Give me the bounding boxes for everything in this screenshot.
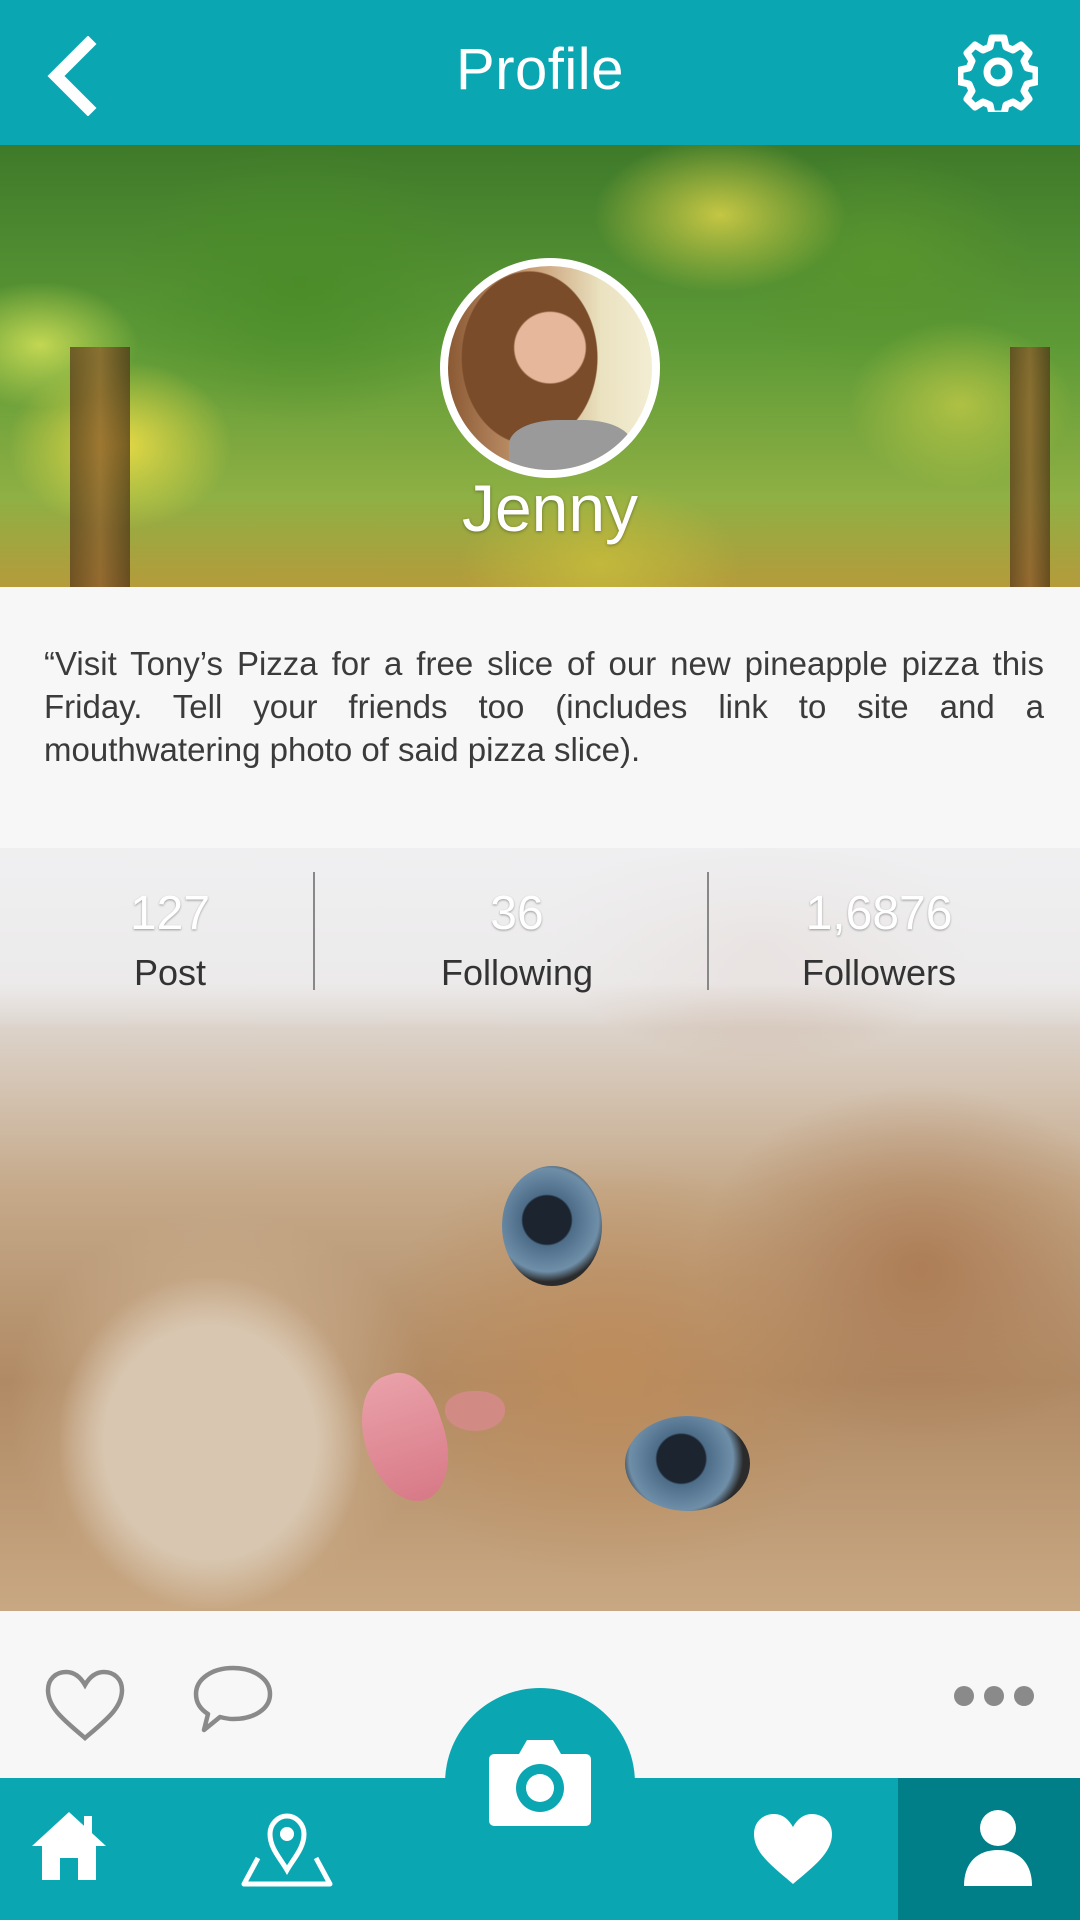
stat-value: 127 [129,887,211,940]
stat-divider [707,872,709,990]
heart-outline-icon[interactable] [44,1668,126,1742]
person-icon [964,1810,1032,1886]
comment-icon[interactable] [192,1664,274,1736]
cat-eye [502,1166,602,1286]
stats-bar: 127 Post 36 Following 1,6876 Followers [0,848,1080,1028]
cat-paw [60,1278,360,1608]
tree-trunk [1010,347,1050,587]
map-pin-icon[interactable] [240,1806,334,1888]
post-image[interactable]: 127 Post 36 Following 1,6876 Followers [0,848,1080,1611]
tree-trunk [70,347,130,587]
cat-eye [625,1416,750,1511]
tab-profile[interactable] [898,1778,1080,1920]
profile-name: Jenny [461,471,639,545]
stat-label: Post [133,952,207,993]
stat-label: Following [440,952,594,993]
stat-value: 36 [490,887,544,940]
cat-nose [445,1391,505,1431]
more-dots-icon[interactable] [952,1684,1036,1708]
camera-icon [489,1740,591,1826]
home-icon[interactable] [30,1810,108,1882]
cat-tongue [346,1363,464,1513]
top-app-bar: Profile [0,0,1080,145]
stat-divider [313,872,315,990]
stat-label: Followers [801,952,957,993]
profile-quote: “Visit Tony’s Pizza for a free slice of … [44,645,1044,768]
stat-value: 1,6876 [805,887,953,940]
page-title: Profile [456,37,624,102]
camera-button[interactable] [445,1688,635,1878]
heart-icon[interactable] [752,1812,834,1886]
avatar[interactable] [440,258,660,478]
gear-icon[interactable] [958,32,1038,112]
